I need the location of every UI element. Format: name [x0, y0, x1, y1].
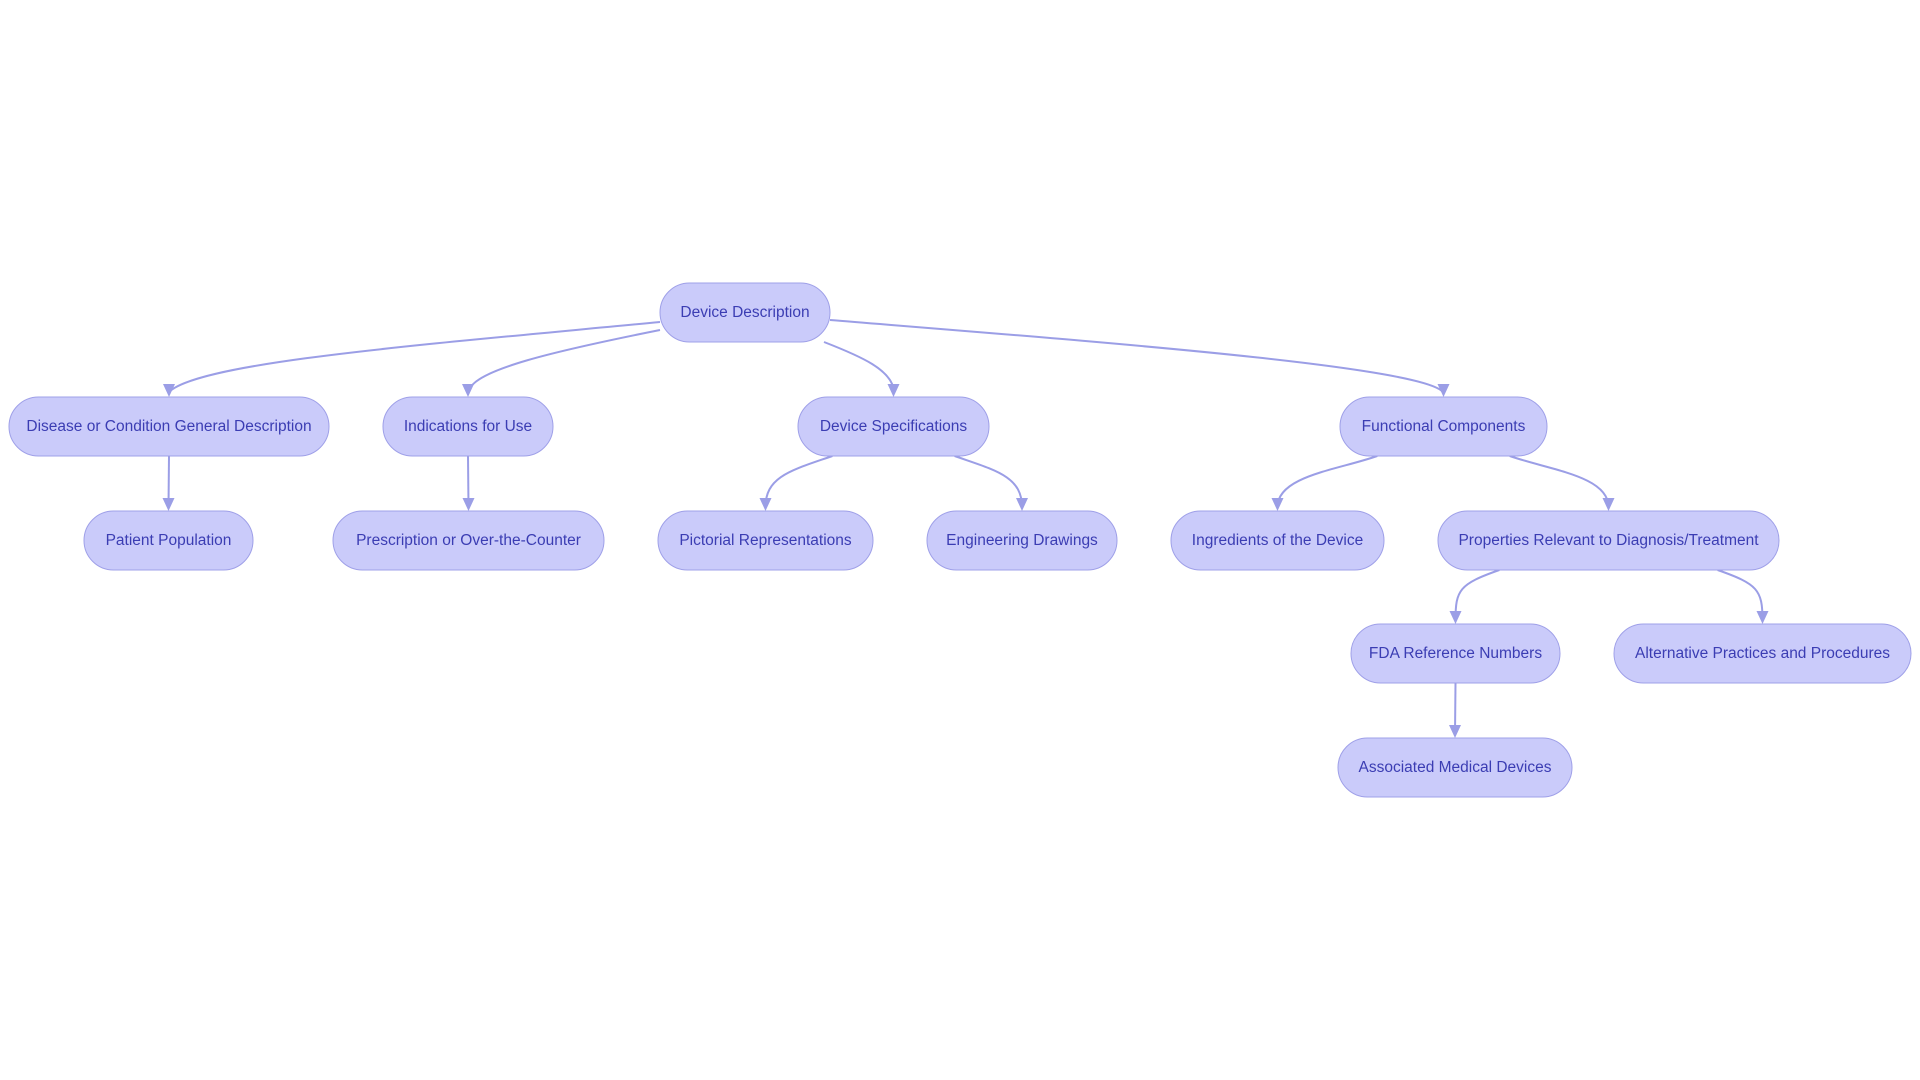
arrowhead-icon — [162, 498, 175, 511]
node-label: Associated Medical Devices — [1359, 759, 1552, 776]
node-label: Pictorial Representations — [679, 532, 852, 549]
node-label: Device Description — [680, 304, 809, 321]
arrowhead-icon — [1449, 611, 1462, 624]
node-engineering[interactable]: Engineering Drawings — [926, 510, 1118, 571]
edge-disease-to-patient — [162, 455, 175, 511]
node-ingredients[interactable]: Ingredients of the Device — [1170, 510, 1385, 571]
node-label: Disease or Condition General Description — [26, 418, 311, 435]
edge-line — [764, 455, 833, 508]
node-alternative[interactable]: Alternative Practices and Procedures — [1613, 623, 1912, 684]
node-label: Ingredients of the Device — [1192, 532, 1363, 549]
node-label: Device Specifications — [820, 418, 968, 435]
flowchart-diagram: Device Description Disease or Condition G… — [8, 282, 1912, 798]
edge-line — [168, 321, 661, 393]
edge-properties-to-alternative — [1717, 569, 1769, 624]
arrowhead-icon — [1271, 498, 1284, 511]
edge-line — [468, 329, 661, 393]
node-disease[interactable]: Disease or Condition General Description — [8, 396, 330, 457]
edge-fda-to-associated — [1449, 682, 1461, 738]
node-fda[interactable]: FDA Reference Numbers — [1350, 623, 1561, 684]
arrowhead-icon — [163, 384, 175, 397]
arrowhead-icon — [1449, 725, 1461, 738]
edge-line — [823, 341, 895, 393]
node-label: Alternative Practices and Procedures — [1635, 645, 1890, 662]
node-patient[interactable]: Patient Population — [83, 510, 254, 571]
node-associated[interactable]: Associated Medical Devices — [1337, 737, 1573, 798]
edge-line — [1276, 455, 1378, 508]
edge-device_specs-to-engineering — [954, 455, 1028, 511]
node-label: FDA Reference Numbers — [1369, 645, 1542, 662]
node-pictorial[interactable]: Pictorial Representations — [657, 510, 874, 571]
node-label: Prescription or Over-the-Counter — [356, 532, 581, 549]
edge-indications-to-prescription — [462, 455, 475, 511]
node-label: Patient Population — [106, 532, 232, 549]
arrowhead-icon — [759, 498, 772, 511]
edge-device_description-to-disease — [163, 321, 661, 397]
edge-line — [1717, 569, 1764, 621]
edge-device_description-to-functional — [829, 319, 1450, 397]
edge-line — [1509, 455, 1610, 508]
edge-device_description-to-device_specs — [823, 341, 900, 397]
node-device-description[interactable]: Device Description — [659, 282, 831, 343]
node-device-specs[interactable]: Device Specifications — [797, 396, 990, 457]
edge-properties-to-fda — [1449, 569, 1500, 624]
node-label: Engineering Drawings — [946, 532, 1098, 549]
node-properties[interactable]: Properties Relevant to Diagnosis/Treatme… — [1437, 510, 1780, 571]
node-prescription[interactable]: Prescription or Over-the-Counter — [332, 510, 605, 571]
edge-device_description-to-indications — [462, 329, 661, 397]
arrowhead-icon — [462, 498, 475, 511]
edge-device_specs-to-pictorial — [759, 455, 833, 511]
arrowhead-icon — [1016, 498, 1028, 511]
node-label: Properties Relevant to Diagnosis/Treatme… — [1458, 532, 1759, 549]
arrowhead-icon — [887, 384, 900, 397]
edge-functional-to-properties — [1509, 455, 1615, 511]
arrowhead-icon — [1756, 611, 1769, 624]
arrowhead-icon — [462, 384, 474, 397]
edge-functional-to-ingredients — [1271, 455, 1378, 511]
edge-line — [954, 455, 1023, 508]
node-label: Indications for Use — [404, 418, 532, 435]
arrowhead-icon — [1602, 498, 1615, 511]
edge-line — [1454, 569, 1500, 621]
node-indications[interactable]: Indications for Use — [382, 396, 554, 457]
node-functional[interactable]: Functional Components — [1339, 396, 1548, 457]
node-label: Functional Components — [1362, 418, 1526, 435]
arrowhead-icon — [1437, 384, 1450, 397]
edge-line — [829, 319, 1444, 393]
